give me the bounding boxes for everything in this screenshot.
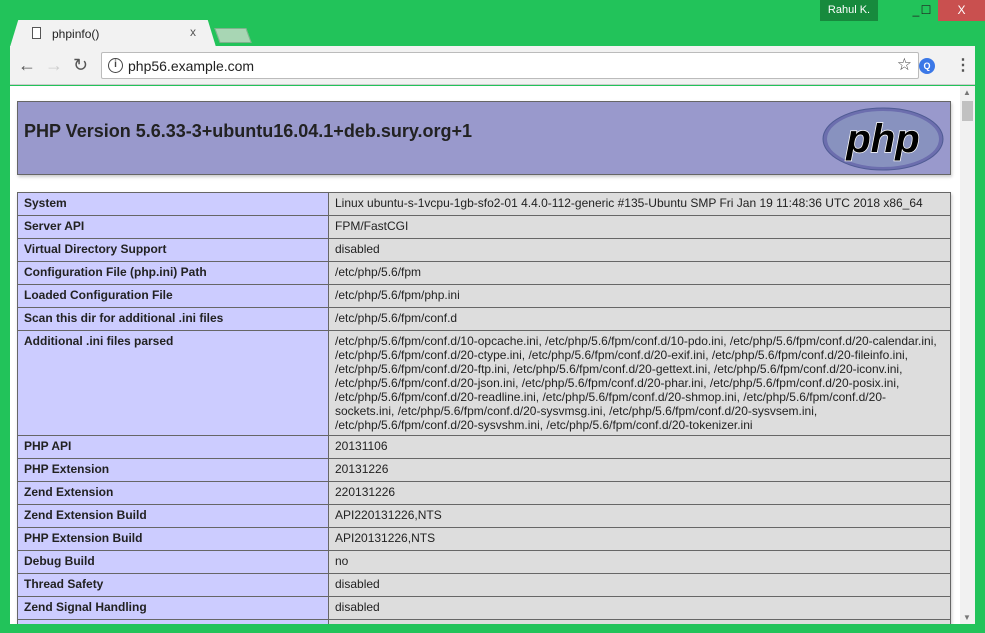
table-row: PHP Extension 20131226 [17, 458, 951, 482]
user-badge[interactable]: Rahul K. [820, 0, 878, 21]
address-bar[interactable]: i php56.example.com ☆ [101, 52, 919, 79]
row-key: Server API [17, 215, 329, 239]
row-key: Debug Build [17, 550, 329, 574]
page-viewport: PHP Version 5.6.33-3+ubuntu16.04.1+deb.s… [10, 86, 975, 624]
table-row: Loaded Configuration File/etc/php/5.6/fp… [17, 284, 951, 308]
table-row [17, 619, 951, 624]
page-title: PHP Version 5.6.33-3+ubuntu16.04.1+deb.s… [24, 121, 473, 141]
vertical-scrollbar[interactable]: ▲ ▼ [960, 86, 975, 624]
tab-title: phpinfo() [52, 27, 100, 41]
row-value: disabled [328, 596, 951, 620]
browser-toolbar: ← → ↻ i php56.example.com ☆ Q ⋮ [10, 46, 975, 85]
row-value: API20131226,NTS [328, 527, 951, 551]
table-row: Virtual Directory Support disabled [17, 238, 951, 262]
info-table: System Linux ubuntu-s-1vcpu-1gb-sfo2-01 4… [17, 192, 951, 624]
row-value: /etc/php/5.6/fpm/conf.d [328, 307, 951, 331]
row-value: /etc/php/5.6/fpm [328, 261, 951, 285]
row-key: Scan this dir for additional .ini files [17, 307, 329, 331]
row-key: Additional .ini files parsed [17, 330, 329, 436]
row-key: Zend Extension Build [17, 504, 329, 528]
table-row: Zend Extension 220131226 [17, 481, 951, 505]
php-header: PHP Version 5.6.33-3+ubuntu16.04.1+deb.s… [17, 101, 951, 175]
forward-icon[interactable]: → [45, 55, 63, 76]
url-text[interactable]: php56.example.com [128, 58, 254, 74]
table-row: Scan this dir for additional .ini files /… [17, 307, 951, 331]
extension-search-icon[interactable]: Q [919, 58, 935, 74]
row-key: PHP API [17, 435, 329, 459]
row-key: System [17, 192, 329, 216]
bookmark-star-icon[interactable]: ☆ [897, 55, 912, 75]
row-value: 20131226 [328, 458, 951, 482]
table-row: Configuration File (php.ini) Path/etc/ph… [17, 261, 951, 285]
table-row: Debug Build no [17, 550, 951, 574]
scrollbar-thumb[interactable] [962, 101, 973, 121]
table-row: System Linux ubuntu-s-1vcpu-1gb-sfo2-01 4… [17, 192, 951, 216]
scroll-down-icon[interactable]: ▼ [963, 613, 971, 622]
new-tab-button[interactable] [214, 28, 252, 43]
row-key [17, 619, 329, 624]
info-icon[interactable]: i [108, 58, 123, 73]
scroll-up-icon[interactable]: ▲ [963, 88, 971, 97]
row-value: 20131106 [328, 435, 951, 459]
row-value: disabled [328, 573, 951, 597]
table-row: PHP Extension Build API20131226,NTS [17, 527, 951, 551]
table-row: Thread Safety disabled [17, 573, 951, 597]
row-value: disabled [328, 238, 951, 262]
row-value: no [328, 550, 951, 574]
row-value: Linux ubuntu-s-1vcpu-1gb-sfo2-01 4.4.0-1… [328, 192, 951, 216]
row-value: /etc/php/5.6/fpm/conf.d/10-opcache.ini, … [328, 330, 951, 436]
row-key: Virtual Directory Support [17, 238, 329, 262]
row-value: FPM/FastCGI [328, 215, 951, 239]
row-key: Configuration File (php.ini) Path [17, 261, 329, 285]
row-value: 220131226 [328, 481, 951, 505]
row-key: Loaded Configuration File [17, 284, 329, 308]
svg-text:php: php [845, 117, 919, 161]
back-icon[interactable]: ← [18, 55, 36, 76]
row-value [328, 619, 951, 624]
row-key: Zend Extension [17, 481, 329, 505]
browser-tab[interactable]: phpinfo() x [10, 20, 216, 47]
reload-icon[interactable]: ↻ [73, 55, 88, 76]
tab-close-icon[interactable]: x [190, 25, 196, 39]
menu-icon[interactable]: ⋮ [955, 55, 971, 75]
row-value: API220131226,NTS [328, 504, 951, 528]
page-icon [32, 27, 41, 39]
row-key: Zend Signal Handling [17, 596, 329, 620]
row-key: Thread Safety [17, 573, 329, 597]
table-row: Server API FPM/FastCGI [17, 215, 951, 239]
row-key: PHP Extension Build [17, 527, 329, 551]
row-key: PHP Extension [17, 458, 329, 482]
maximize-button[interactable]: ☐ [912, 0, 940, 21]
table-row: Additional .ini files parsed/etc/php/5.6… [17, 330, 951, 436]
row-value: /etc/php/5.6/fpm/php.ini [328, 284, 951, 308]
close-window-button[interactable]: X [938, 0, 985, 21]
php-logo: php [822, 107, 944, 171]
table-row: Zend Extension Build API220131226,NTS [17, 504, 951, 528]
table-row: PHP API 20131106 [17, 435, 951, 459]
table-row: Zend Signal Handling disabled [17, 596, 951, 620]
